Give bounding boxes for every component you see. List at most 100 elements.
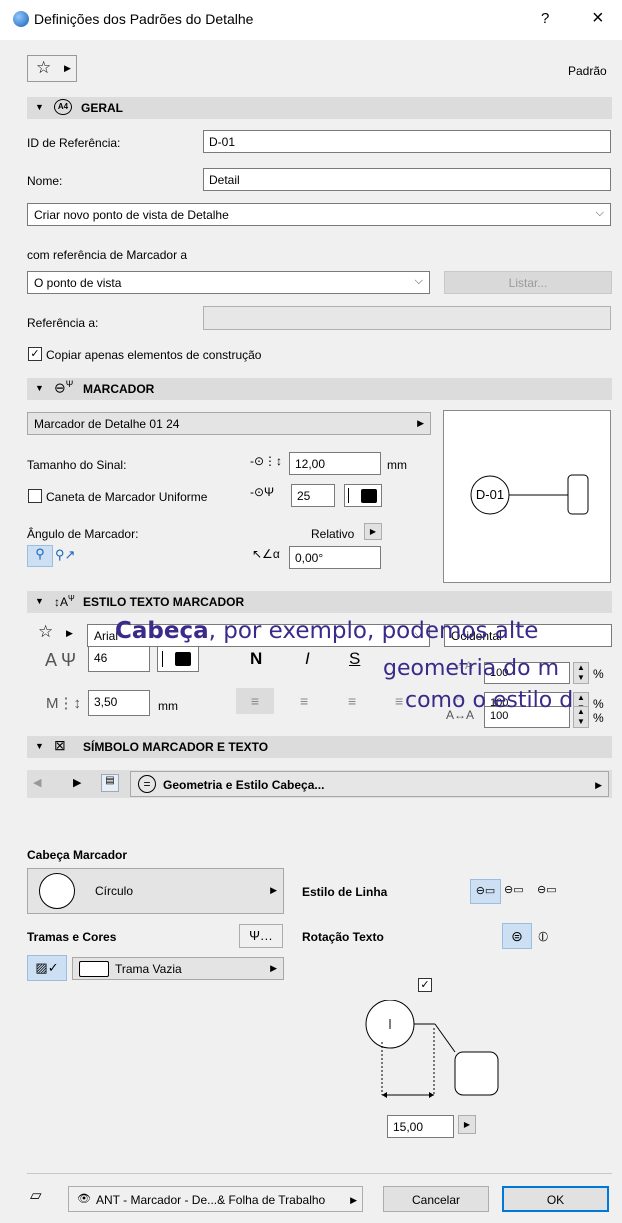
- text-rotation-label: Rotação Texto: [302, 930, 384, 944]
- spacing-pct: %: [593, 697, 604, 711]
- chevron-down-icon: ⌵: [414, 275, 423, 287]
- name-field[interactable]: Detail: [203, 168, 611, 191]
- collapse-icon: ▼: [35, 596, 44, 606]
- star-icon: ☆: [36, 58, 52, 77]
- fill-type-icon[interactable]: ▨✓: [27, 955, 67, 981]
- create-option-value: Criar novo ponto de vista de Detalhe: [34, 208, 229, 222]
- head-value: Círculo: [95, 884, 134, 898]
- marker-preview: D-01: [443, 410, 611, 583]
- line-style-curved-icon[interactable]: ⊖▭: [537, 879, 557, 901]
- pen-field[interactable]: 25: [291, 484, 335, 507]
- width-stepper[interactable]: ▲ ▼: [573, 662, 589, 684]
- geral-icon: A4: [54, 99, 72, 115]
- align-right-button[interactable]: ≡: [348, 688, 356, 714]
- page-icon: =: [138, 775, 156, 793]
- section-title: GERAL: [81, 101, 123, 115]
- angle-mode-label: Relativo: [311, 527, 355, 541]
- section-marcador[interactable]: ▼ ⊖Ψ MARCADOR: [27, 378, 612, 400]
- fill-pen-button[interactable]: Ψ…: [239, 924, 283, 948]
- marker-size-icon: -⊙⋮↕: [250, 454, 283, 468]
- favorites-button[interactable]: ☆ ▶: [27, 55, 77, 82]
- size-label: Tamanho do Sinal:: [27, 458, 127, 472]
- size-field[interactable]: 12,00: [289, 452, 381, 475]
- pen-color-swatch: [361, 489, 377, 503]
- underline-button[interactable]: S: [349, 649, 360, 669]
- help-button[interactable]: ?: [541, 10, 549, 27]
- angle-mode-button[interactable]: ▶: [364, 523, 382, 540]
- align-center-button[interactable]: ≡: [300, 688, 308, 714]
- text-rotation-horizontal-icon[interactable]: ⊜: [502, 923, 532, 949]
- cancel-label: Cancelar: [411, 1193, 461, 1207]
- pen-color-button[interactable]: [344, 484, 382, 507]
- ok-button[interactable]: OK: [502, 1186, 609, 1212]
- uniform-pen-checkbox[interactable]: [28, 489, 42, 503]
- align-justify-button[interactable]: ≡: [395, 688, 403, 714]
- text-pen-field[interactable]: 46: [88, 646, 150, 672]
- text-style-icon: ↕AΨ: [54, 594, 75, 609]
- ok-label: OK: [546, 1193, 565, 1207]
- close-button[interactable]: ×: [592, 7, 604, 30]
- angle-relative-icon[interactable]: ⚲: [27, 545, 53, 567]
- diagram-checkbox[interactable]: ✓: [418, 978, 432, 992]
- favorites-arrow-icon: ▶: [64, 63, 71, 73]
- section-estilo-texto[interactable]: ▼ ↕AΨ ESTILO TEXTO MARCADOR: [27, 591, 612, 613]
- section-title: SÍMBOLO MARCADOR E TEXTO: [83, 740, 269, 754]
- favorites-arrow-icon: ▶: [66, 628, 73, 638]
- align-left-button[interactable]: ≡: [236, 688, 274, 714]
- list-button[interactable]: Listar...: [444, 271, 612, 294]
- diagram-size-button[interactable]: ▶: [458, 1115, 476, 1134]
- caption-bold: Cabeça: [115, 618, 209, 644]
- chevron-right-icon: ▶: [270, 963, 277, 973]
- angle-absolute-icon[interactable]: ⚲↗: [55, 547, 75, 563]
- section-geral[interactable]: ▼ A4 GERAL: [27, 97, 612, 119]
- line-style-straight-icon[interactable]: ⊖▭: [470, 879, 501, 904]
- line-style-angled-icon[interactable]: ⊖▭: [504, 879, 524, 901]
- marker-icon: ⊖Ψ: [54, 379, 74, 396]
- head-label: Cabeça Marcador: [27, 848, 128, 862]
- ref-id-field[interactable]: D-01: [203, 130, 611, 153]
- fill-select[interactable]: Trama Vazia ▶: [72, 957, 284, 980]
- app-icon: [13, 11, 29, 27]
- text-color-button[interactable]: [157, 646, 199, 672]
- text-size-icon: M⋮↕: [46, 695, 81, 712]
- angle-field[interactable]: 0,00°: [289, 546, 381, 569]
- name-label: Nome:: [27, 174, 63, 188]
- angle-label: Ângulo de Marcador:: [27, 527, 139, 541]
- angle-icon: ↖∠α: [252, 547, 280, 561]
- copy-label: Copiar apenas elementos de construção: [46, 348, 262, 362]
- page-value: Geometria e Estilo Cabeça...: [163, 778, 325, 792]
- page-export-icon[interactable]: ▤: [101, 774, 119, 792]
- marker-type-select[interactable]: Marcador de Detalhe 01 24 ▶: [27, 412, 431, 435]
- marker-ref-label: com referência de Marcador a: [27, 248, 188, 262]
- fill-swatch: [79, 961, 109, 977]
- layer-value: ANT - Marcador - De...& Folha de Trabalh…: [96, 1193, 326, 1207]
- caption-line-3: como o estilo d: [405, 688, 574, 713]
- page-select[interactable]: = Geometria e Estilo Cabeça... ▶: [130, 771, 609, 797]
- copy-checkbox[interactable]: ✓: [28, 347, 42, 361]
- diagram-size-field[interactable]: 15,00: [387, 1115, 454, 1138]
- create-option-select[interactable]: Criar novo ponto de vista de Detalhe ⌵: [27, 203, 611, 226]
- ref-to-label: Referência a:: [27, 316, 99, 330]
- text-rotation-vertical-icon[interactable]: ⦶: [538, 923, 548, 949]
- marker-ref-select[interactable]: O ponto de vista ⌵: [27, 271, 430, 294]
- italic-button[interactable]: I: [305, 649, 310, 669]
- text-size-field[interactable]: 3,50: [88, 690, 150, 716]
- cancel-button[interactable]: Cancelar: [383, 1186, 489, 1212]
- pen-icon: -⊙Ψ: [250, 485, 275, 499]
- size-unit: mm: [387, 458, 407, 472]
- marker-type-value: Marcador de Detalhe 01 24: [34, 417, 180, 431]
- chevron-right-icon: ▶: [417, 418, 424, 428]
- text-size-unit: mm: [158, 699, 178, 713]
- caption-line-1-text: , por exemplo, podemos alte: [208, 618, 539, 644]
- prev-page-button[interactable]: ◀: [33, 776, 41, 789]
- section-simbolo[interactable]: ▼ ⊠ SÍMBOLO MARCADOR E TEXTO: [27, 736, 612, 758]
- text-favorites-button[interactable]: ☆ ▶: [38, 622, 80, 646]
- caption-line-1: Cabeça, por exemplo, podemos alte: [115, 618, 538, 644]
- layer-select[interactable]: 👁 ANT - Marcador - De...& Folha de Traba…: [68, 1186, 363, 1212]
- head-select[interactable]: Círculo ▶: [27, 868, 284, 914]
- footer-divider: [27, 1173, 612, 1174]
- next-page-button[interactable]: ▶: [73, 776, 81, 789]
- bold-button[interactable]: N: [250, 649, 262, 669]
- collapse-icon: ▼: [35, 383, 44, 393]
- scale-stepper[interactable]: ▲ ▼: [573, 706, 589, 728]
